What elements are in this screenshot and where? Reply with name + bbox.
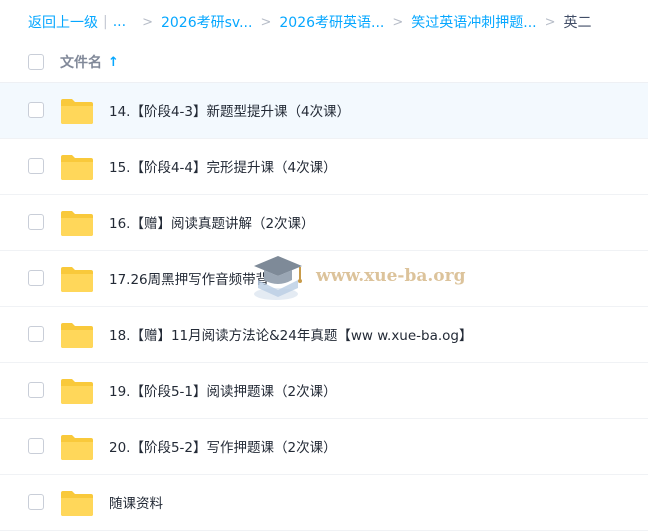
row-checkbox[interactable] — [28, 158, 44, 174]
row-checkbox[interactable] — [28, 382, 44, 398]
folder-icon — [61, 491, 93, 516]
folder-icon — [61, 379, 93, 404]
row-checkbox[interactable] — [28, 494, 44, 510]
file-row[interactable]: 18.【赠】11月阅读方法论&24年真题【ww w.xue-ba.og】 — [0, 307, 648, 363]
breadcrumb-item-1[interactable]: 2026考研sv... — [161, 12, 252, 32]
name-column-header[interactable]: 文件名 ↑ — [60, 52, 119, 72]
folder-icon — [61, 323, 93, 348]
file-name[interactable]: 17.26周黑押写作音频带背 — [109, 268, 269, 288]
row-checkbox[interactable] — [28, 438, 44, 454]
breadcrumb: 返回上一级 | ... > 2026考研sv... > 2026考研英语... … — [28, 10, 592, 34]
arrow-up-icon: ↑ — [108, 54, 119, 70]
file-row[interactable]: 19.【阶段5-1】阅读押题课（2次课） — [0, 363, 648, 419]
folder-icon — [61, 155, 93, 180]
file-row[interactable]: 16.【赠】阅读真题讲解（2次课） — [0, 195, 648, 251]
file-name[interactable]: 18.【赠】11月阅读方法论&24年真题【ww w.xue-ba.og】 — [109, 324, 473, 344]
file-name[interactable]: 14.【阶段4-3】新题型提升课（4次课） — [109, 100, 350, 120]
file-name[interactable]: 19.【阶段5-1】阅读押题课（2次课） — [109, 380, 337, 400]
chevron-right-icon: > — [260, 14, 272, 30]
chevron-right-icon: > — [392, 14, 404, 30]
name-column-label: 文件名 — [60, 55, 102, 71]
row-checkbox[interactable] — [28, 326, 44, 342]
breadcrumb-item-3[interactable]: 笑过英语冲刺押题... — [411, 12, 536, 32]
file-name[interactable]: 15.【阶段4-4】完形提升课（4次课） — [109, 156, 337, 176]
file-name[interactable]: 20.【阶段5-2】写作押题课（2次课） — [109, 436, 337, 456]
file-name[interactable]: 随课资料 — [109, 492, 163, 512]
breadcrumb-ellipsis[interactable]: ... — [113, 14, 126, 30]
file-row[interactable]: 随课资料 — [0, 475, 648, 531]
file-name[interactable]: 16.【赠】阅读真题讲解（2次课） — [109, 212, 315, 232]
row-checkbox[interactable] — [28, 270, 44, 286]
file-row[interactable]: 15.【阶段4-4】完形提升课（4次课） — [0, 139, 648, 195]
breadcrumb-current: 英二 — [563, 15, 592, 31]
breadcrumb-item-2[interactable]: 2026考研英语... — [279, 12, 384, 32]
chevron-right-icon: > — [142, 14, 153, 30]
file-row[interactable]: 14.【阶段4-3】新题型提升课（4次课） — [0, 83, 648, 139]
folder-icon — [61, 435, 93, 460]
file-list: 14.【阶段4-3】新题型提升课（4次课） 15.【阶段4-4】完形提升课（4次… — [0, 83, 648, 531]
select-all-checkbox[interactable] — [28, 54, 44, 70]
folder-icon — [61, 99, 93, 124]
row-checkbox[interactable] — [28, 102, 44, 118]
row-checkbox[interactable] — [28, 214, 44, 230]
folder-icon — [61, 211, 93, 236]
breadcrumb-divider: | — [103, 14, 108, 30]
folder-icon — [61, 267, 93, 292]
file-row[interactable]: 17.26周黑押写作音频带背 — [0, 251, 648, 307]
file-list-header: 文件名 ↑ — [0, 42, 648, 83]
chevron-right-icon: > — [544, 14, 556, 30]
file-row[interactable]: 20.【阶段5-2】写作押题课（2次课） — [0, 419, 648, 475]
back-link[interactable]: 返回上一级 — [28, 12, 98, 32]
